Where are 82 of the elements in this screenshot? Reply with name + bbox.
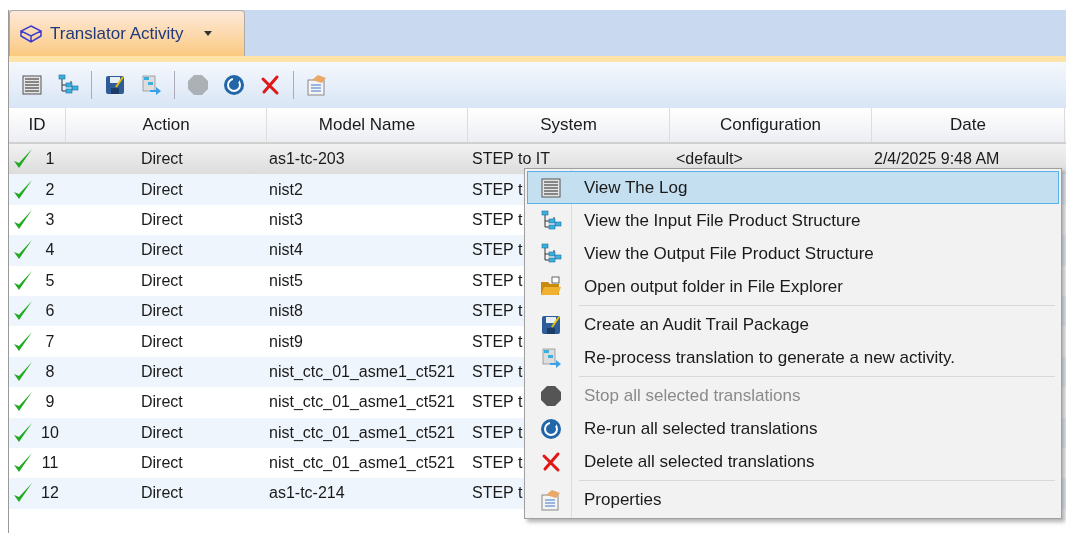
table-cell-text: 2 — [44, 179, 56, 200]
table-cell-text: 11 — [40, 453, 60, 474]
menu-item[interactable]: Delete all selected translations — [527, 445, 1059, 478]
list-icon — [21, 74, 43, 96]
tree-icon — [540, 242, 562, 265]
table-cell-text: 1 — [44, 149, 56, 170]
table-cell-text: as1-tc-203 — [269, 149, 345, 170]
table-cell-text: Direct — [141, 331, 183, 352]
stop-icon — [187, 74, 209, 96]
folder-icon — [540, 275, 562, 298]
table-cell-text: STEP t — [472, 331, 523, 352]
table-cell-text: nist4 — [269, 240, 303, 261]
menu-item[interactable]: View The Log — [527, 171, 1059, 204]
table-cell-text: 12 — [40, 483, 60, 504]
table-cell-text: nist_ctc_01_asme1_ct521 — [269, 422, 455, 443]
table-cell-text: 8 — [44, 361, 56, 382]
properties-icon — [540, 488, 562, 511]
table-cell-text: 4 — [44, 240, 56, 261]
table-cell-text: <default> — [676, 149, 743, 170]
table-cell-text: nist5 — [269, 270, 303, 291]
table-cell-text: 6 — [44, 301, 56, 322]
table-cell-text: Direct — [141, 179, 183, 200]
menu-item[interactable]: View the Output File Product Structure — [527, 237, 1059, 270]
table-cell-text: STEP t — [472, 483, 523, 504]
tree-arrow-icon — [540, 346, 562, 369]
delete-icon — [259, 74, 281, 96]
properties-icon — [306, 74, 328, 96]
table-cell-text: STEP to IT — [472, 149, 550, 170]
stop-icon — [540, 384, 562, 407]
menu-item[interactable]: View the Input File Product Structure — [527, 204, 1059, 237]
menu-item[interactable]: Properties — [527, 483, 1059, 516]
tab[interactable]: Translator Activity — [9, 10, 245, 56]
table-cell-text: STEP t — [472, 240, 523, 261]
table-cell-text: 2/4/2025 9:48 AM — [874, 149, 1000, 170]
menu-item[interactable]: Open output folder in File Explorer — [527, 270, 1059, 303]
table-cell-text: 3 — [44, 209, 56, 230]
table-cell-text: Direct — [141, 209, 183, 230]
column-header[interactable]: ID — [9, 108, 66, 142]
table-cell-text: 10 — [40, 422, 60, 443]
table-cell-text: Direct — [141, 240, 183, 261]
table-cell-text: Direct — [141, 149, 183, 170]
column-header[interactable]: Configuration — [670, 108, 872, 142]
table-cell-text: nist_ctc_01_asme1_ct521 — [269, 361, 455, 382]
table-cell-text: STEP t — [472, 270, 523, 291]
box-icon — [20, 24, 42, 43]
table-cell-text: Direct — [141, 483, 183, 504]
table-cell-text: STEP t — [472, 392, 523, 413]
table-cell-text: nist8 — [269, 301, 303, 322]
menu-item[interactable]: Re-run all selected translations — [527, 412, 1059, 445]
delete-icon — [540, 450, 562, 473]
table-cell-text: nist2 — [269, 179, 303, 200]
tree-arrow-icon — [140, 74, 162, 96]
table-cell-text: 5 — [44, 270, 56, 291]
dropdown-icon — [203, 31, 212, 36]
table-cell-text: nist_ctc_01_asme1_ct521 — [269, 453, 455, 474]
menu-item[interactable]: Re-process translation to generate a new activity. — [527, 341, 1059, 374]
table-cell-text: Direct — [141, 301, 183, 322]
column-header[interactable]: Action — [66, 108, 267, 142]
list-icon — [540, 176, 562, 199]
table-cell-text: STEP t — [472, 301, 523, 322]
table-cell-text: STEP t — [472, 422, 523, 443]
table-cell-text: STEP t — [472, 361, 523, 382]
table-cell-text: Direct — [141, 270, 183, 291]
column-header[interactable]: Model Name — [267, 108, 468, 142]
table-cell-text: STEP t — [472, 179, 523, 200]
table-cell-text: STEP t — [472, 453, 523, 474]
table-cell-text: nist9 — [269, 331, 303, 352]
table-cell-text: nist_ctc_01_asme1_ct521 — [269, 392, 455, 413]
table-cell-text: Direct — [141, 453, 183, 474]
table-cell-text: Direct — [141, 422, 183, 443]
menu-item[interactable]: Create an Audit Trail Package — [527, 308, 1059, 341]
table-cell-text: nist3 — [269, 209, 303, 230]
table-cell-text: Direct — [141, 361, 183, 382]
tree-icon — [540, 209, 562, 232]
column-header[interactable]: Date — [872, 108, 1065, 142]
table-cell-text: 7 — [44, 331, 56, 352]
table-cell-text: as1-tc-214 — [269, 483, 345, 504]
table-cell-text: Direct — [141, 392, 183, 413]
column-header[interactable]: System — [468, 108, 670, 142]
table-cell-text: 9 — [44, 392, 56, 413]
tree-icon — [57, 74, 79, 96]
table-cell-text: STEP t — [472, 209, 523, 230]
